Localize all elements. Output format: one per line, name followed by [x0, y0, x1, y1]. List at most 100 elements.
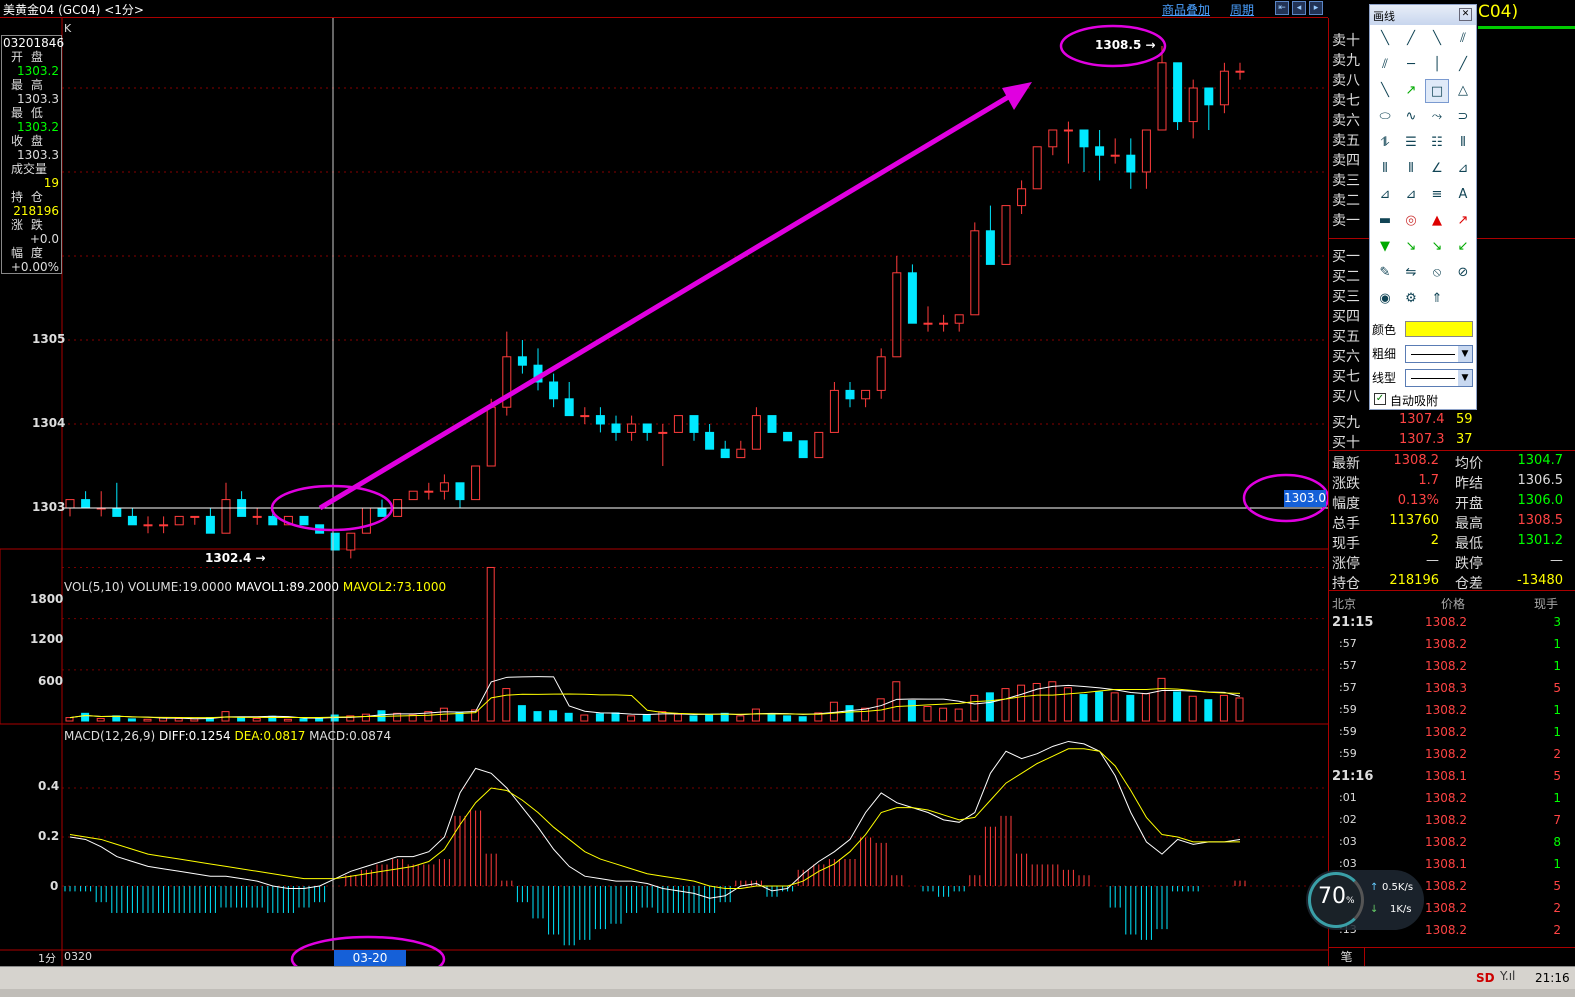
flag-icon[interactable]: ⇋: [1399, 261, 1423, 285]
candle: [112, 507, 122, 517]
volume-bar: [1063, 687, 1072, 722]
candle: [143, 524, 153, 527]
volume-bar: [143, 718, 152, 722]
period-label: 1分: [38, 952, 56, 965]
volume-bar: [642, 714, 651, 722]
pencil-icon[interactable]: ✎: [1373, 261, 1397, 285]
up-right-arrow-icon[interactable]: ↗: [1451, 209, 1475, 233]
overlay-commodity-link[interactable]: 商品叠加: [1162, 1, 1210, 18]
quote-row: 涨停 — 跌停 —: [1332, 553, 1563, 572]
chevron-down-icon: ▼: [1458, 370, 1472, 386]
diagonal-icon[interactable]: ╱: [1451, 53, 1475, 77]
vline-icon[interactable]: │: [1425, 53, 1449, 77]
ellipse-icon[interactable]: ⬭: [1373, 105, 1397, 129]
volume-bar: [751, 708, 760, 722]
candle: [1001, 205, 1011, 265]
candle: [424, 490, 434, 493]
close-icon[interactable]: ✕: [1459, 8, 1472, 21]
text-icon[interactable]: A: [1451, 183, 1475, 207]
cycle-icon[interactable]: ⤳: [1425, 105, 1449, 129]
fan3-icon[interactable]: ⊿: [1399, 183, 1423, 207]
fib-icon[interactable]: ⥮: [1373, 131, 1397, 155]
bars2-icon[interactable]: ⦀: [1373, 157, 1397, 181]
wave-icon[interactable]: ∿: [1399, 105, 1423, 129]
bars3-icon[interactable]: ⦀: [1399, 157, 1423, 181]
prev-icon[interactable]: ◂: [1292, 1, 1306, 15]
volume-bar: [954, 708, 963, 722]
candle: [1095, 146, 1105, 156]
sell-level-label: 卖五: [1332, 133, 1360, 149]
eye-icon[interactable]: ◉: [1373, 287, 1397, 311]
ray-icon[interactable]: ╱: [1399, 27, 1423, 51]
candle: [595, 415, 605, 425]
fan-icon[interactable]: ⊿: [1451, 157, 1475, 181]
down-right-arrow-icon[interactable]: ↘: [1425, 235, 1449, 259]
rect-icon[interactable]: □: [1425, 79, 1449, 103]
arc-icon[interactable]: ⊃: [1451, 105, 1475, 129]
fan2-icon[interactable]: ⊿: [1373, 183, 1397, 207]
globe-icon[interactable]: ◎: [1399, 209, 1423, 233]
bars-icon[interactable]: ⦀: [1451, 131, 1475, 155]
volume-bar: [861, 707, 870, 722]
volume-bar: [81, 712, 90, 722]
width-label: 粗细: [1372, 347, 1397, 361]
show-icon[interactable]: ⊘: [1451, 261, 1475, 285]
next-icon[interactable]: ▸: [1309, 1, 1323, 15]
tab-trades[interactable]: 笔: [1329, 948, 1365, 966]
down-left-arrow-icon[interactable]: ↙: [1451, 235, 1475, 259]
grid-icon[interactable]: ☷: [1425, 131, 1449, 155]
candle: [205, 515, 215, 534]
collapse-icon[interactable]: ⇑: [1425, 287, 1449, 311]
chart-area[interactable]: [0, 18, 1328, 966]
candle: [1126, 154, 1136, 173]
volume-bar: [798, 716, 807, 722]
down-arrow-icon[interactable]: ▼: [1373, 235, 1397, 259]
candle: [907, 272, 917, 324]
candle: [361, 507, 371, 534]
auto-snap-checkbox[interactable]: ✓: [1374, 393, 1386, 405]
quote-row: 现手 2 最低 1301.2: [1332, 533, 1563, 552]
candle: [81, 499, 91, 509]
segment-icon[interactable]: ╲: [1425, 27, 1449, 51]
up-arrow-icon[interactable]: ▲: [1425, 209, 1449, 233]
gann-icon[interactable]: ☰: [1399, 131, 1423, 155]
triangle-icon[interactable]: △: [1451, 79, 1475, 103]
network-widget[interactable]: 70% ↑ 0.5K/s ↓ 1K/s: [1306, 870, 1424, 930]
width-select[interactable]: ▼: [1405, 345, 1473, 363]
volume-bar: [829, 701, 838, 722]
line2-icon[interactable]: ╲: [1373, 79, 1397, 103]
app-window: { "window":{"title":"美黄金04 (GC04) <1分>",…: [0, 0, 1575, 997]
gear-icon[interactable]: ⚙: [1399, 287, 1423, 311]
hide-icon[interactable]: ⦸: [1425, 261, 1449, 285]
level-icon[interactable]: ≡: [1425, 183, 1449, 207]
candle: [611, 423, 621, 433]
arrow-line-icon[interactable]: ↗: [1399, 79, 1423, 103]
candle: [923, 322, 933, 325]
tick-row: :57 1308.2 1: [1339, 637, 1561, 651]
volume-bar: [65, 717, 74, 722]
angle-icon[interactable]: ∠: [1425, 157, 1449, 181]
volume-bar: [361, 713, 370, 722]
buy-level-label: 买七: [1332, 369, 1360, 385]
candle: [845, 389, 855, 400]
volume-legend: VOL(5,10) VOLUME:19.0000 MAVOL1:89.2000 …: [64, 580, 447, 594]
candle: [736, 448, 746, 459]
volume-bar: [1219, 694, 1228, 722]
candle: [1235, 70, 1245, 73]
parallel-icon[interactable]: ⫽: [1451, 27, 1475, 51]
ruler-icon[interactable]: ▬: [1373, 209, 1397, 233]
period-link[interactable]: 周期: [1230, 1, 1254, 18]
dea-line: [69, 748, 1240, 889]
first-icon[interactable]: ⇤: [1275, 1, 1289, 15]
candle: [221, 499, 231, 534]
hline-icon[interactable]: ─: [1399, 53, 1423, 77]
volume-bar: [705, 714, 714, 722]
color-swatch[interactable]: [1405, 321, 1473, 337]
down-arrow2-icon[interactable]: ↘: [1399, 235, 1423, 259]
volume-bar: [923, 705, 932, 722]
sell-level-label: 卖四: [1332, 153, 1360, 169]
style-select[interactable]: ▼: [1405, 369, 1473, 387]
channel-icon[interactable]: ⫽: [1373, 53, 1397, 77]
candle: [783, 431, 793, 442]
line-icon[interactable]: ╲: [1373, 27, 1397, 51]
